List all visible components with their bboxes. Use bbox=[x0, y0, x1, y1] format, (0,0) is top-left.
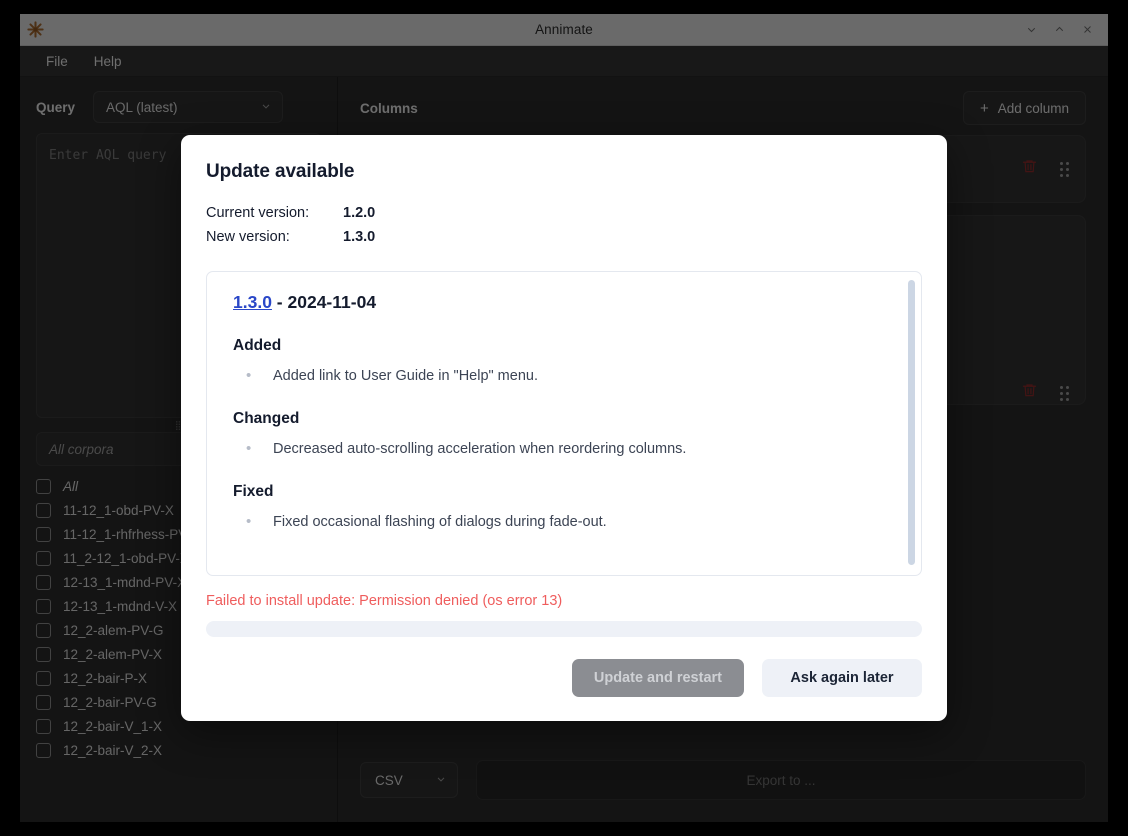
changelog-item: • Fixed occasional flashing of dialogs du… bbox=[233, 512, 895, 532]
current-version-row: Current version: 1.2.0 bbox=[206, 201, 922, 225]
changelog-scrollbar[interactable] bbox=[908, 280, 915, 565]
new-version-label: New version: bbox=[206, 229, 290, 245]
changelog-box[interactable]: 1.3.0 - 2024-11-04 Added • Added link to U… bbox=[206, 271, 922, 576]
changelog-section-heading: Added bbox=[233, 337, 282, 354]
changelog-sections: Added • Added link to User Guide in "Help"… bbox=[233, 337, 895, 532]
changelog-item: • Decreased auto-scrolling acceleration w… bbox=[233, 439, 895, 459]
changelog-item: • Added link to User Guide in "Help" menu… bbox=[233, 366, 895, 386]
bullet-icon: • bbox=[246, 367, 252, 384]
error-message: Failed to install update: Permission den… bbox=[206, 593, 563, 609]
application-window: Annimate File Help Query AQL (latest) bbox=[20, 14, 1108, 822]
version-info: Current version: 1.2.0 New version: 1.3.… bbox=[206, 201, 922, 249]
changelog-version-separator: - bbox=[271, 292, 288, 312]
changelog-item-text: Fixed occasional flashing of dialogs dur… bbox=[273, 514, 607, 530]
changelog-section-heading: Fixed bbox=[233, 483, 274, 500]
update-dialog: Update available Current version: 1.2.0 … bbox=[181, 135, 947, 721]
changelog-version-link[interactable]: 1.3.0 bbox=[233, 292, 272, 312]
changelog-version-heading: 1.3.0 - 2024-11-04 bbox=[233, 292, 895, 313]
new-version-value: 1.3.0 bbox=[343, 229, 376, 245]
new-version-row: New version: 1.3.0 bbox=[206, 225, 922, 249]
changelog-section-heading: Changed bbox=[233, 410, 300, 427]
ask-again-later-button[interactable]: Ask again later bbox=[762, 659, 922, 697]
changelog-item-text: Decreased auto-scrolling acceleration wh… bbox=[273, 441, 687, 457]
update-and-restart-button[interactable]: Update and restart bbox=[571, 659, 744, 697]
update-progress-bar bbox=[206, 621, 922, 637]
changelog-release-date: 2024-11-04 bbox=[287, 292, 377, 312]
bullet-icon: • bbox=[246, 440, 252, 457]
changelog-item-text: Added link to User Guide in "Help" menu. bbox=[273, 368, 538, 384]
current-version-label: Current version: bbox=[206, 205, 310, 221]
dialog-actions: Update and restart Ask again later bbox=[206, 637, 922, 721]
bullet-icon: • bbox=[246, 513, 252, 530]
current-version-value: 1.2.0 bbox=[343, 205, 376, 221]
dialog-title: Update available bbox=[206, 161, 355, 182]
